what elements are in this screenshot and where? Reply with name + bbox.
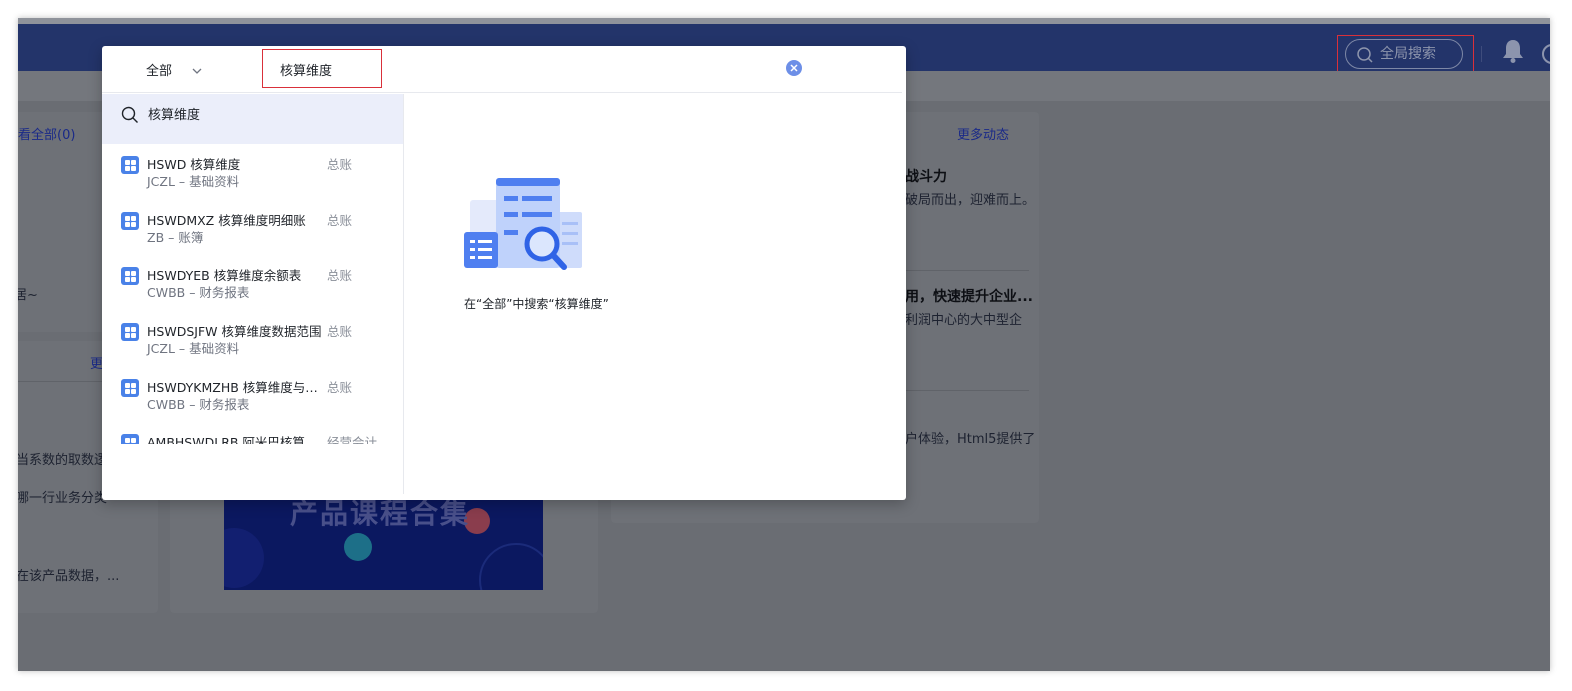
search-icon xyxy=(1356,46,1374,74)
news-3-desc: 户体验，Html5提供了 xyxy=(905,432,1036,447)
left-line-2: 哪一行业务分类 xyxy=(18,491,108,506)
search-scope-label: 全部 xyxy=(146,64,173,79)
result-category: 经营会计 xyxy=(327,435,378,444)
more-updates-link[interactable]: 更多动态 xyxy=(957,124,1009,143)
result-path: CWBB – 财务报表 xyxy=(147,285,250,300)
view-all-link[interactable]: 看全部(0) xyxy=(18,124,75,143)
app-icon xyxy=(121,212,139,230)
result-path: CWBB – 财务报表 xyxy=(147,397,250,412)
result-category: 总账 xyxy=(327,157,353,172)
suggestion-text: 核算维度 xyxy=(148,108,201,123)
result-category: 总账 xyxy=(327,213,353,228)
clear-icon[interactable] xyxy=(786,60,802,76)
app-icon xyxy=(121,323,139,341)
news-2-desc: 利润中心的大中型企 xyxy=(905,313,1023,328)
result-category: 总账 xyxy=(327,380,353,395)
help-icon[interactable] xyxy=(1542,44,1550,64)
result-list: HSWD 核算维度 JCZL – 基础资料 总账 HSWDMXZ 核算维度明细账… xyxy=(102,146,403,444)
app-icon xyxy=(121,434,139,444)
list-item[interactable]: AMBHSWDLRB 阿米巴核算维度利润表 经营会计 xyxy=(102,424,403,444)
banner-decoration xyxy=(344,533,372,561)
banner-decoration xyxy=(479,543,543,590)
left-line-3: 在该产品数据，... xyxy=(18,569,120,584)
global-search-input[interactable]: 全局搜索 xyxy=(1345,39,1463,69)
news-1-desc: 破局而出，迎难而上。 xyxy=(905,193,1036,208)
result-path: JCZL – 基础资料 xyxy=(147,174,240,189)
search-modal: 全部 核算维度 核算维度 HSWD 核算维度 JCZL – 基础资料 总账 HS… xyxy=(102,46,906,500)
modal-divider xyxy=(102,92,902,93)
result-category: 总账 xyxy=(327,268,353,283)
search-query-input[interactable]: 核算维度 xyxy=(280,60,332,79)
course-banner[interactable]: 产品课程合集 xyxy=(224,488,543,590)
left-card-text: 居~ xyxy=(18,288,38,303)
app-icon xyxy=(121,267,139,285)
search-scope-dropdown[interactable]: 全部 xyxy=(146,60,202,79)
result-name: AMBHSWDLRB 阿米巴核算维度利润表 xyxy=(147,435,323,444)
result-path: ZB – 账簿 xyxy=(147,230,204,245)
column-divider xyxy=(403,94,404,494)
divider xyxy=(905,390,1029,391)
list-item[interactable]: HSWDYEB 核算维度余额表 CWBB – 财务报表 总账 xyxy=(102,257,403,313)
chevron-down-icon xyxy=(192,64,202,79)
header-divider xyxy=(1481,46,1482,62)
list-item[interactable]: HSWD 核算维度 JCZL – 基础资料 总账 xyxy=(102,146,403,202)
search-empty-message: 在“全部”中搜索“核算维度” xyxy=(464,297,609,311)
news-2-title[interactable]: 用，快速提升企业... xyxy=(905,286,1033,306)
banner-decoration xyxy=(224,528,264,588)
global-search-placeholder: 全局搜索 xyxy=(1380,46,1436,62)
result-category: 总账 xyxy=(327,324,353,339)
list-item[interactable]: HSWDSJFW 核算维度数据范围 JCZL – 基础资料 总账 xyxy=(102,313,403,369)
list-item[interactable]: HSWDMXZ 核算维度明细账 ZB – 账簿 总账 xyxy=(102,202,403,258)
divider xyxy=(905,270,1029,271)
app-icon xyxy=(121,156,139,174)
news-1-title[interactable]: 战斗力 xyxy=(905,166,947,186)
bell-icon[interactable] xyxy=(1502,38,1524,68)
app-icon xyxy=(121,379,139,397)
search-icon xyxy=(121,106,139,128)
list-item[interactable]: HSWDYKMZHB 核算维度与科目组合表 CWBB – 财务报表 总账 xyxy=(102,369,403,425)
search-suggestion[interactable]: 核算维度 xyxy=(102,94,403,144)
search-empty-illustration xyxy=(464,174,588,278)
result-path: JCZL – 基础资料 xyxy=(147,341,240,356)
